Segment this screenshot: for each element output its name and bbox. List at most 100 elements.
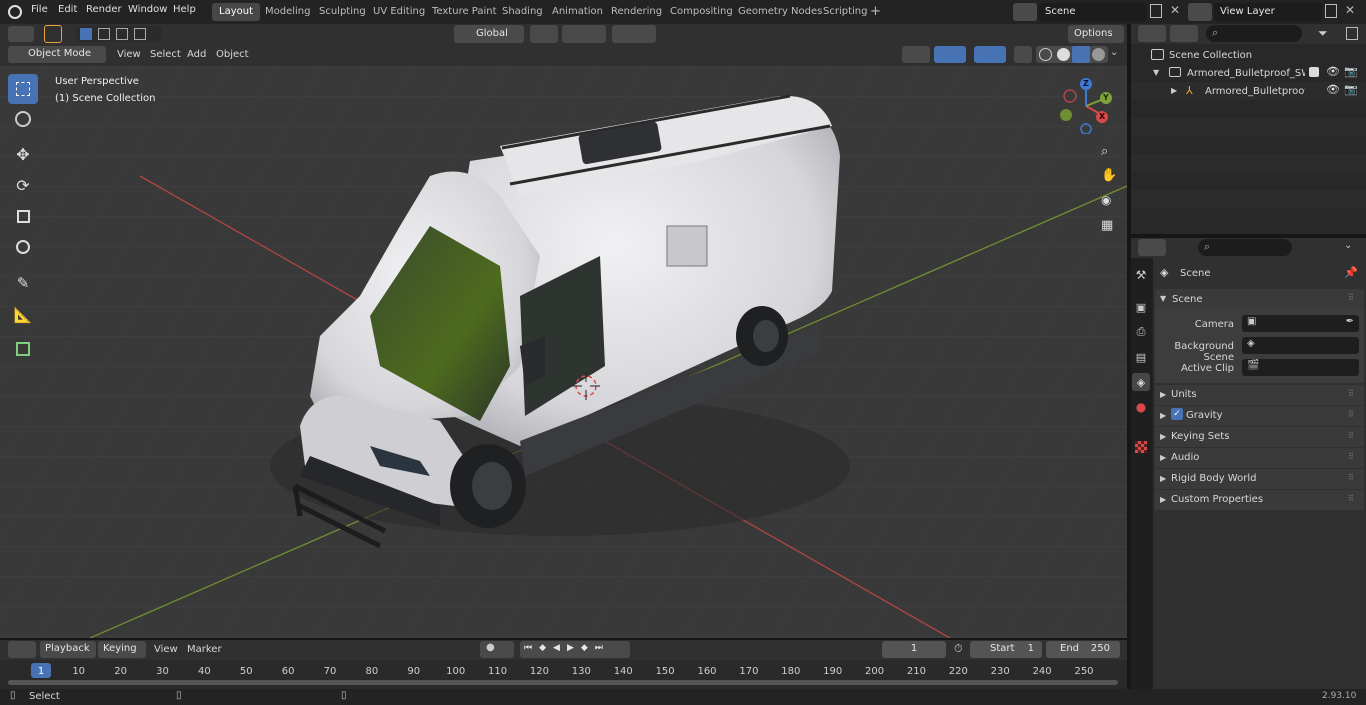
- drag-handle-icon[interactable]: ⠿: [1348, 389, 1354, 398]
- outliner-root-label[interactable]: Scene Collection: [1169, 50, 1252, 61]
- shading-mode-buttons[interactable]: [1036, 46, 1108, 63]
- zoom-icon[interactable]: ⌕: [1101, 144, 1108, 159]
- end-frame-field[interactable]: End 250: [1046, 641, 1120, 658]
- prev-keyframe-icon[interactable]: ◆: [539, 643, 553, 653]
- properties-options-chevron-icon[interactable]: ⌄: [1344, 240, 1352, 251]
- pin-icon[interactable]: 📌: [1344, 266, 1358, 279]
- snap-toggle[interactable]: [562, 25, 606, 43]
- xray-toggle[interactable]: [1014, 46, 1032, 63]
- view-layer-tab-icon[interactable]: ▤: [1132, 348, 1150, 366]
- scene-name-field[interactable]: Scene: [1039, 3, 1147, 21]
- tab-animation[interactable]: Animation: [545, 3, 610, 21]
- new-collection-icon[interactable]: [1346, 27, 1358, 40]
- add-cube-tool-icon[interactable]: [8, 334, 38, 364]
- timeline-menu-view[interactable]: View: [154, 644, 178, 655]
- keying-dropdown[interactable]: Keying: [98, 641, 146, 658]
- background-scene-field[interactable]: ◈: [1242, 337, 1359, 354]
- jump-start-icon[interactable]: ⏮: [524, 643, 539, 653]
- play-reverse-icon[interactable]: ◀: [553, 643, 567, 653]
- eyedropper-icon[interactable]: ✒: [1346, 316, 1354, 327]
- texture-tab-icon[interactable]: [1132, 438, 1150, 456]
- expand-chevron-icon[interactable]: ▶: [1171, 86, 1177, 95]
- transform-orientation-dropdown[interactable]: Global: [454, 25, 524, 43]
- filter-icon[interactable]: ⏷: [1318, 26, 1328, 41]
- menu-edit[interactable]: Edit: [58, 4, 77, 15]
- active-clip-field[interactable]: 🎬: [1242, 359, 1359, 376]
- panel-chevron-icon[interactable]: ▶: [1160, 474, 1166, 483]
- drag-handle-icon[interactable]: ⠿: [1348, 431, 1354, 440]
- tab-rendering[interactable]: Rendering: [604, 3, 669, 21]
- gizmo-toggle[interactable]: [934, 46, 966, 63]
- drag-handle-icon[interactable]: ⠿: [1348, 410, 1354, 419]
- properties-search-input[interactable]: ⌕: [1198, 239, 1292, 256]
- move-tool-icon[interactable]: ✥: [8, 139, 38, 169]
- tab-sculpting[interactable]: Sculpting: [312, 3, 373, 21]
- shading-options-chevron-icon[interactable]: ⌄: [1110, 47, 1118, 58]
- visibility-dropdown[interactable]: [902, 46, 930, 63]
- view-layer-selector-button[interactable]: [1188, 3, 1212, 21]
- viewport-menu-select[interactable]: Select: [150, 49, 181, 60]
- camera-field[interactable]: ▣ ✒: [1242, 315, 1359, 332]
- overlay-toggle[interactable]: [974, 46, 1006, 63]
- jump-end-icon[interactable]: ⏭: [595, 643, 610, 653]
- navigation-gizmo[interactable]: X Y Z: [1058, 76, 1116, 135]
- scale-tool-icon[interactable]: [8, 201, 38, 231]
- annotate-tool-icon[interactable]: ✎: [8, 268, 38, 298]
- measure-tool-icon[interactable]: 📐: [8, 300, 38, 330]
- drag-handle-icon[interactable]: ⠿: [1348, 494, 1354, 503]
- next-keyframe-icon[interactable]: ◆: [581, 643, 595, 653]
- scene-selector-button[interactable]: [1013, 3, 1037, 21]
- scene-tab-icon[interactable]: ◈: [1132, 373, 1150, 391]
- panel-chevron-icon[interactable]: ▶: [1160, 390, 1166, 399]
- expand-chevron-icon[interactable]: ▼: [1153, 68, 1159, 77]
- timeline-scrollbar[interactable]: [8, 680, 1118, 685]
- select-tool-icon[interactable]: [44, 25, 62, 43]
- outliner-item-object[interactable]: Armored_Bulletproof_SW: [1205, 86, 1305, 97]
- close-view-layer-icon[interactable]: ✕: [1345, 3, 1355, 17]
- pivot-point-dropdown[interactable]: [530, 25, 558, 43]
- play-icon[interactable]: ▶: [567, 643, 581, 653]
- drag-handle-icon[interactable]: ⠿: [1348, 293, 1354, 302]
- timeline-editor-type-button[interactable]: [8, 641, 36, 658]
- outliner-editor-type-button[interactable]: [1138, 25, 1166, 42]
- properties-editor-type-button[interactable]: [1138, 239, 1166, 256]
- tab-modeling[interactable]: Modeling: [258, 3, 318, 21]
- tab-scripting[interactable]: Scripting: [816, 3, 874, 21]
- outliner-search-input[interactable]: ⌕: [1206, 25, 1302, 42]
- playback-dropdown[interactable]: Playback: [40, 641, 96, 658]
- outliner-item-collection[interactable]: Armored_Bulletproof_SWAT_V: [1187, 68, 1305, 79]
- cursor-tool-icon[interactable]: [8, 104, 38, 134]
- world-tab-icon[interactable]: ●: [1132, 398, 1150, 416]
- start-frame-field[interactable]: Start 1: [970, 641, 1042, 658]
- viewport-menu-add[interactable]: Add: [187, 49, 206, 60]
- menu-help[interactable]: Help: [173, 4, 196, 15]
- timeline-menu-marker[interactable]: Marker: [187, 644, 222, 655]
- tab-compositing[interactable]: Compositing: [663, 3, 740, 21]
- new-scene-icon[interactable]: [1150, 4, 1162, 18]
- playback-controls[interactable]: ⏮◆◀▶◆⏭: [520, 641, 630, 658]
- tab-layout[interactable]: Layout: [212, 3, 260, 21]
- render-tab-icon[interactable]: ▣: [1132, 298, 1150, 316]
- display-mode-button[interactable]: [1170, 25, 1198, 42]
- drag-handle-icon[interactable]: ⠿: [1348, 473, 1354, 482]
- viewport-menu-object[interactable]: Object: [216, 49, 249, 60]
- gravity-checkbox[interactable]: ✓: [1171, 408, 1183, 420]
- output-tab-icon[interactable]: ⎙: [1132, 323, 1150, 341]
- options-dropdown[interactable]: Options: [1068, 25, 1124, 43]
- panel-chevron-icon[interactable]: ▼: [1160, 294, 1166, 303]
- ortho-grid-icon[interactable]: ▦: [1101, 218, 1113, 233]
- proportional-editing-toggle[interactable]: [612, 25, 656, 43]
- transform-tool-icon[interactable]: [8, 232, 38, 262]
- tool-tab-icon[interactable]: ⚒: [1132, 266, 1150, 284]
- panel-chevron-icon[interactable]: ▶: [1160, 432, 1166, 441]
- viewport-menu-view[interactable]: View: [117, 49, 141, 60]
- menu-render[interactable]: Render: [86, 4, 122, 15]
- drag-handle-icon[interactable]: ⠿: [1348, 452, 1354, 461]
- rotate-tool-icon[interactable]: ⟳: [8, 170, 38, 200]
- include-checkbox[interactable]: [1309, 67, 1319, 77]
- auto-keying-toggle[interactable]: ●: [480, 641, 514, 658]
- current-frame-field[interactable]: 1: [882, 641, 946, 658]
- render-camera-icon[interactable]: 📷: [1344, 65, 1358, 78]
- panel-chevron-icon[interactable]: ▶: [1160, 453, 1166, 462]
- object-mode-dropdown[interactable]: Object Mode: [8, 46, 106, 63]
